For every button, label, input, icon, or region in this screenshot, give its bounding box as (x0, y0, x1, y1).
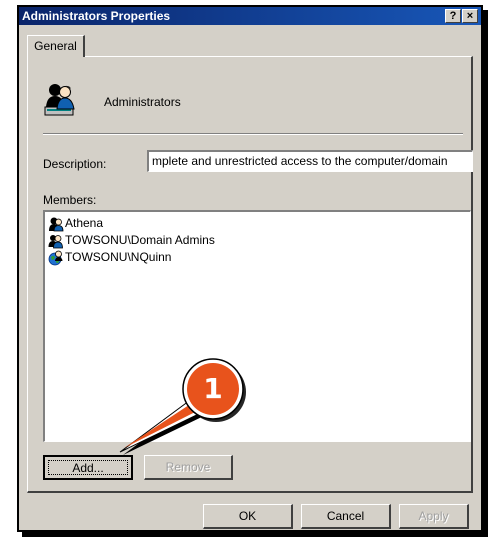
callout-number: 1 (203, 372, 223, 405)
group-name: Administrators (104, 95, 181, 109)
domain-group-icon (48, 234, 63, 248)
description-field[interactable]: mplete and unrestricted access to the co… (147, 150, 473, 172)
user-group-icon (44, 84, 75, 116)
member-name: TOWSONU\Domain Admins (65, 233, 215, 247)
ok-button[interactable]: OK (203, 504, 293, 529)
apply-button[interactable]: Apply (399, 504, 469, 529)
member-name: Athena (65, 216, 104, 230)
help-icon: ? (449, 10, 457, 22)
add-button-label: Add... (48, 460, 128, 475)
window-title: Administrators Properties (22, 9, 171, 23)
local-user-icon (49, 217, 64, 231)
list-item[interactable]: TOWSONU\Domain Admins (48, 232, 470, 249)
title-bar[interactable]: Administrators Properties ? × (19, 7, 481, 25)
list-item[interactable]: TOWSONU\NQuinn (48, 249, 470, 266)
tab-general-label: General (34, 39, 77, 53)
remove-button[interactable]: Remove (144, 455, 233, 480)
member-name: TOWSONU\NQuinn (65, 250, 172, 264)
domain-user-icon (48, 250, 63, 265)
properties-dialog: Administrators Properties ? × General Ad… (17, 5, 483, 532)
divider (43, 133, 463, 135)
description-label: Description: (43, 157, 107, 171)
tab-general[interactable]: General (27, 35, 85, 57)
add-button[interactable]: Add... (43, 455, 133, 480)
cancel-button[interactable]: Cancel (301, 504, 391, 529)
list-item[interactable]: Athena (48, 215, 470, 232)
help-button[interactable]: ? (445, 9, 461, 23)
close-icon: × (466, 10, 474, 22)
members-label: Members: (43, 193, 97, 207)
close-button[interactable]: × (462, 9, 478, 23)
members-list[interactable]: Athena TOWSONU\Domain Admins TOWSONU\NQu… (43, 210, 471, 442)
